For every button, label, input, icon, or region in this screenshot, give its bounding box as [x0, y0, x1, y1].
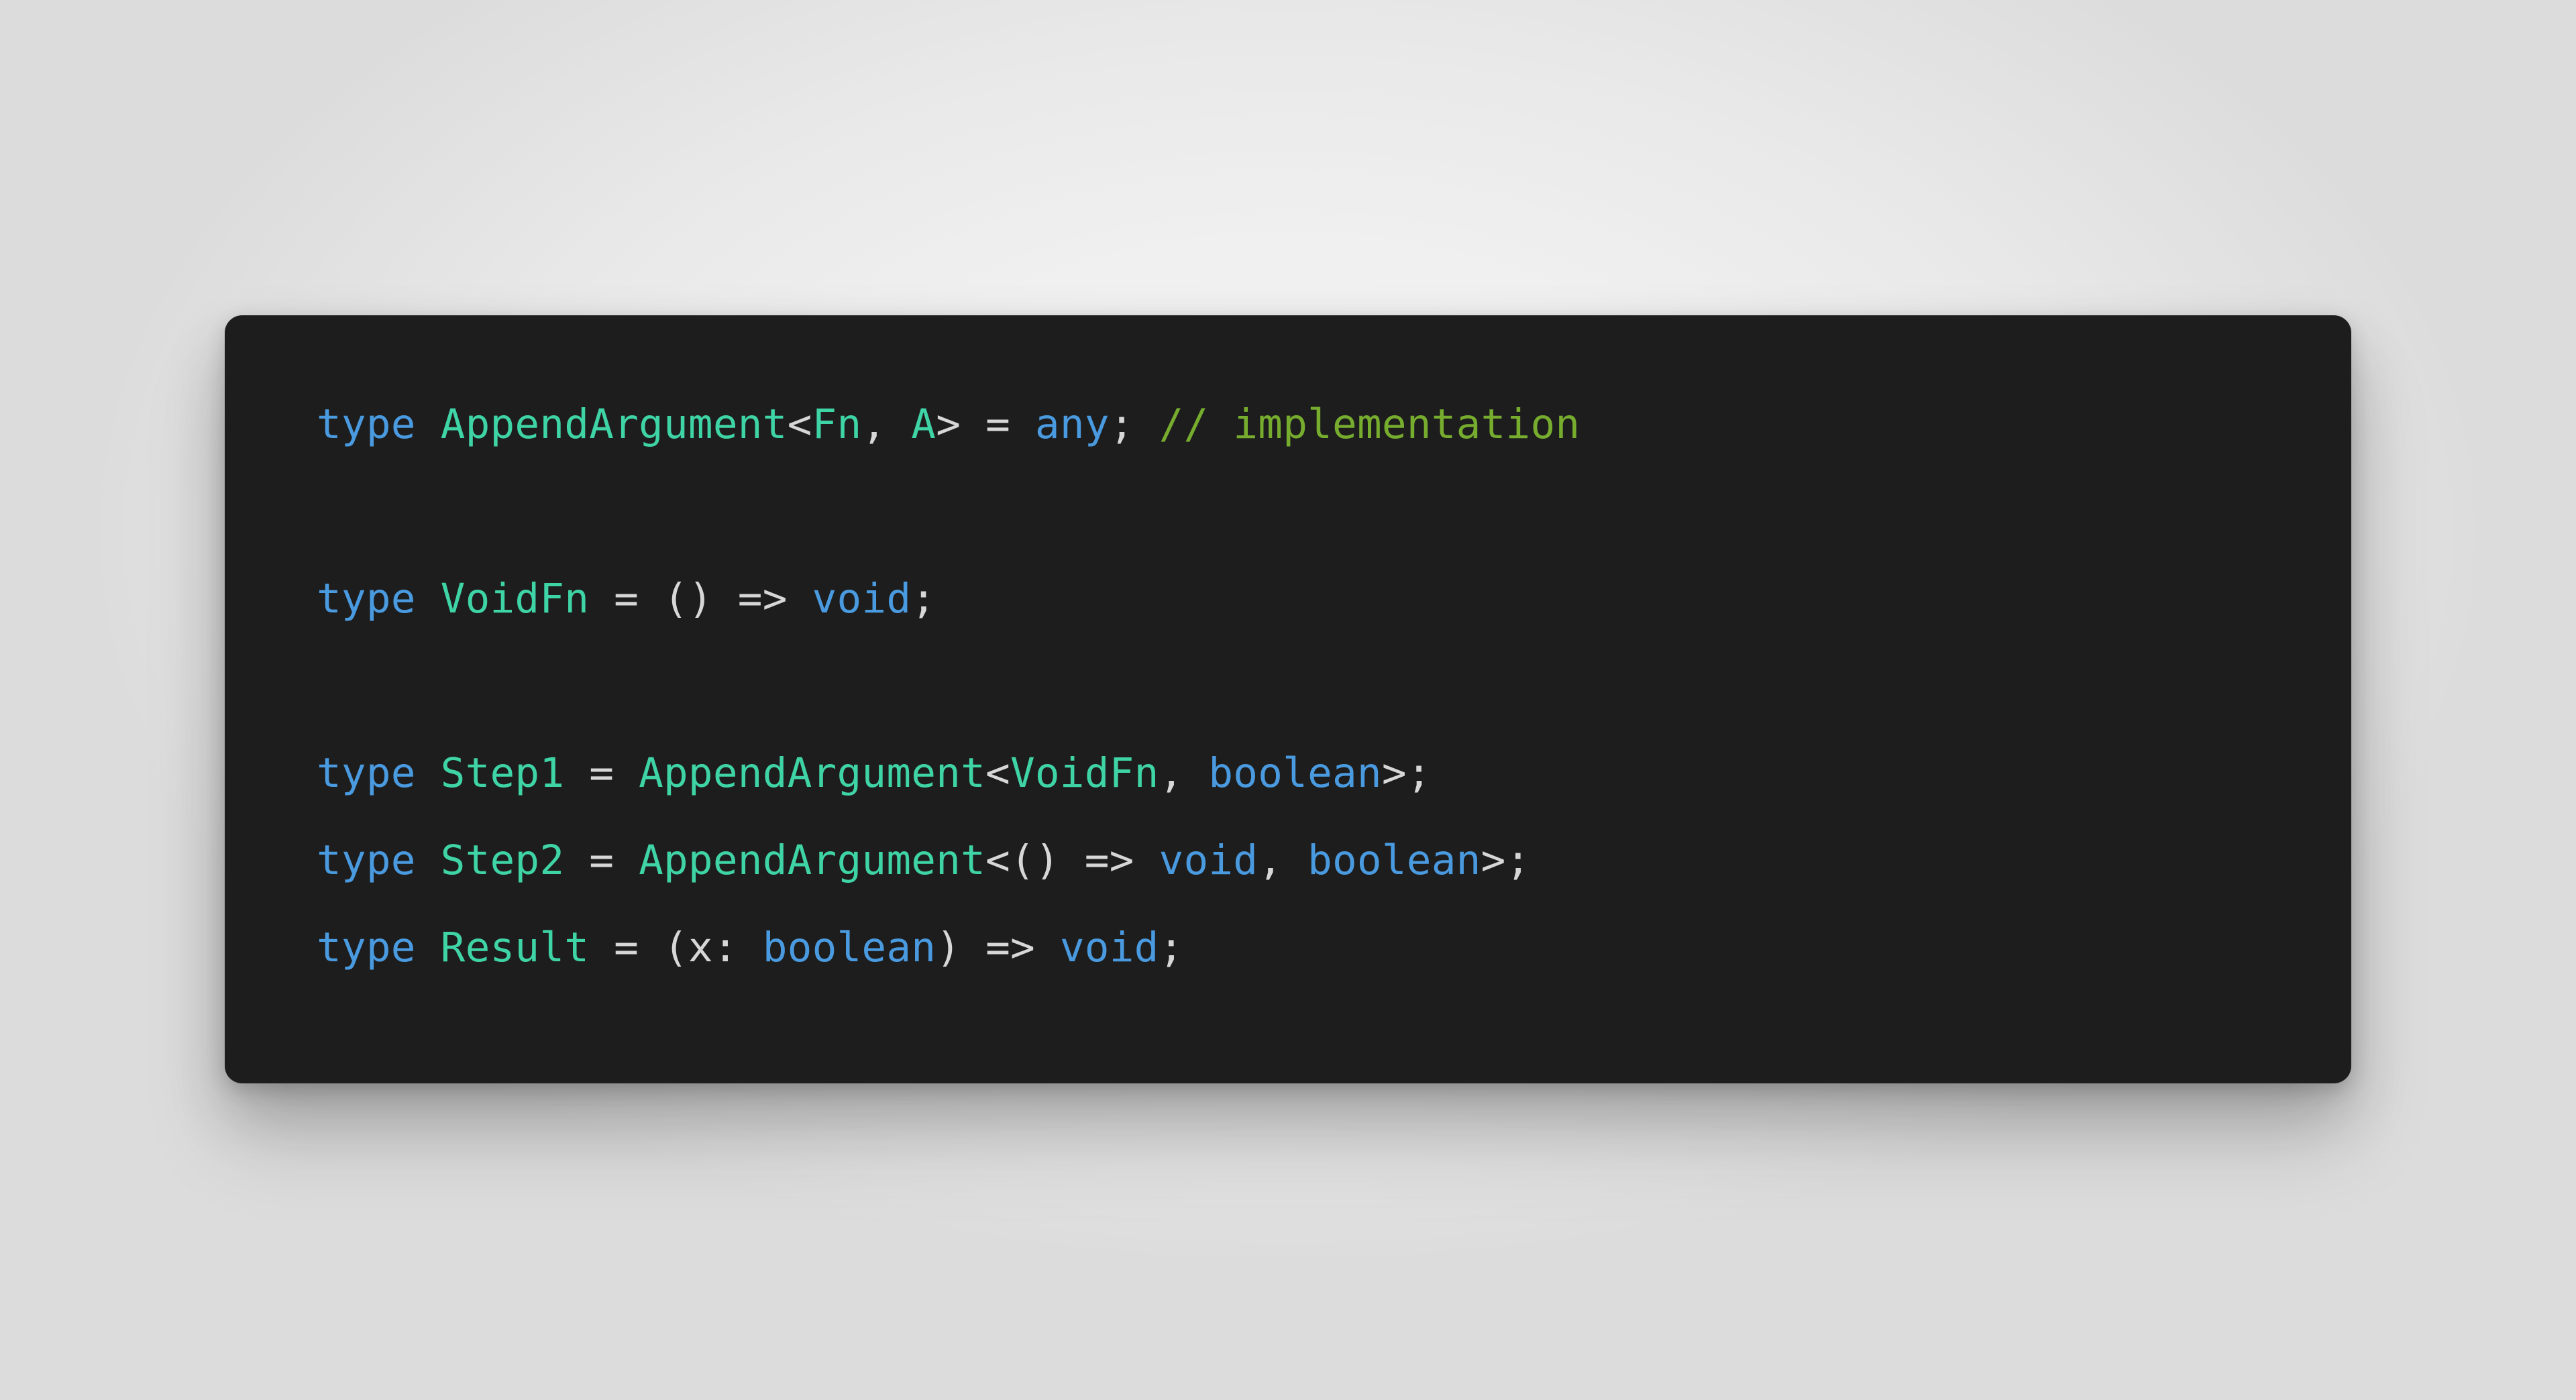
- type-name-appendargument: AppendArgument: [440, 400, 788, 448]
- equals-operator: =: [564, 749, 639, 797]
- semicolon: ;: [911, 575, 936, 623]
- code-line-5: type Step1 = AppendArgument<VoidFn, bool…: [317, 730, 2351, 817]
- code-line-7: type Result = (x: boolean) => void;: [317, 904, 2351, 991]
- type-name-step2: Step2: [440, 837, 565, 884]
- generic-param-a: A: [911, 400, 936, 448]
- param-type-boolean: boolean: [762, 924, 936, 971]
- primitive-any: any: [1034, 400, 1110, 448]
- generic-param-fn: Fn: [812, 400, 862, 448]
- code-line-2-blank: [317, 468, 2351, 555]
- keyword-type: type: [317, 749, 416, 797]
- angle-close: >: [936, 400, 961, 448]
- type-arg-boolean: boolean: [1307, 837, 1481, 884]
- keyword-type: type: [317, 837, 416, 884]
- angle-close: >: [1481, 837, 1506, 884]
- semicolon: ;: [1406, 749, 1432, 797]
- comma: ,: [861, 400, 887, 448]
- angle-open: <: [985, 749, 1010, 797]
- comment-implementation: // implementation: [1159, 400, 1580, 448]
- type-name-voidfn: VoidFn: [440, 575, 590, 623]
- equals-operator: =: [961, 400, 1035, 448]
- angle-close: >: [1381, 749, 1407, 797]
- comma: ,: [1159, 749, 1209, 797]
- equals-operator: =: [564, 837, 639, 884]
- code-line-4-blank: [317, 643, 2351, 730]
- angle-open: <: [787, 400, 812, 448]
- page-background: type AppendArgument<Fn, A> = any; // imp…: [0, 0, 2576, 1400]
- param-name-x: x: [688, 924, 713, 971]
- keyword-type: type: [317, 400, 416, 448]
- colon: :: [712, 924, 763, 971]
- semicolon: ;: [1109, 400, 1134, 448]
- primitive-void: void: [812, 575, 912, 623]
- keyword-type: type: [317, 575, 416, 623]
- equals-operator: =: [589, 575, 663, 623]
- paren-close: ): [936, 924, 961, 971]
- arrow-operator: =>: [961, 924, 1060, 971]
- type-arg-voidfn: VoidFn: [1010, 749, 1159, 797]
- semicolon: ;: [1505, 837, 1531, 884]
- generic-type-appendargument: AppendArgument: [639, 749, 986, 797]
- paren-open: (: [663, 924, 688, 971]
- return-type-void: void: [1059, 924, 1159, 971]
- equals-operator: =: [589, 924, 663, 971]
- type-name-step1: Step1: [440, 749, 565, 797]
- type-arg-void: void: [1159, 837, 1258, 884]
- generic-type-appendargument: AppendArgument: [639, 837, 986, 884]
- angle-open: <: [985, 837, 1010, 884]
- type-name-result: Result: [440, 924, 590, 971]
- code-line-6: type Step2 = AppendArgument<() => void, …: [317, 817, 2351, 904]
- code-snippet-card: type AppendArgument<Fn, A> = any; // imp…: [225, 315, 2351, 1083]
- parentheses-empty: (): [1010, 837, 1060, 884]
- code-block[interactable]: type AppendArgument<Fn, A> = any; // imp…: [225, 381, 2351, 991]
- code-line-1: type AppendArgument<Fn, A> = any; // imp…: [317, 381, 2351, 468]
- comma: ,: [1258, 837, 1308, 884]
- arrow-operator: =>: [712, 575, 812, 623]
- arrow-operator: =>: [1059, 837, 1159, 884]
- parentheses-empty: (): [663, 575, 713, 623]
- code-line-3: type VoidFn = () => void;: [317, 555, 2351, 643]
- type-arg-boolean: boolean: [1208, 749, 1382, 797]
- semicolon: ;: [1159, 924, 1184, 971]
- keyword-type: type: [317, 924, 416, 971]
